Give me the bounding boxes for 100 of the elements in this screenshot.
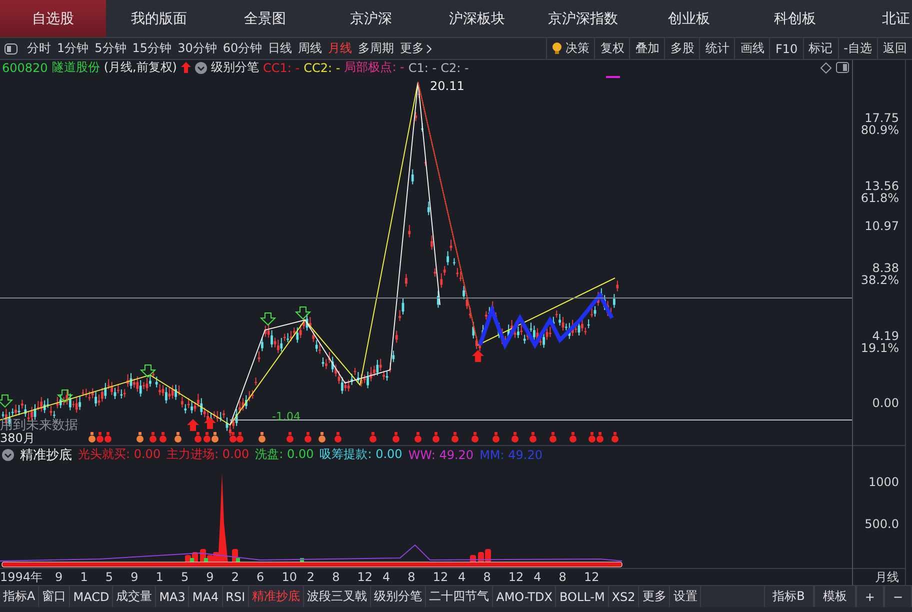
period-tab[interactable]: 30分钟 [174,40,220,57]
period-tab[interactable]: 日线 [265,40,296,57]
indicator-value: 主力进场: 0.00 [166,446,250,463]
time-axis-label: 8 [332,570,341,584]
money-bag-icon [492,432,500,442]
top-tab[interactable]: 沪深板块 [424,0,530,37]
period-tab[interactable]: 多周期 [355,40,398,57]
money-bag-icon [432,432,440,442]
time-axis-label: 1994年 [0,568,44,586]
down-arrow-icon [140,364,156,378]
lightbulb-icon [552,42,562,55]
money-bag-icon [530,432,536,442]
more-button[interactable]: 更多 [397,40,436,57]
volume-axis-label: 1000 [868,476,899,488]
time-axis-label: 4 [382,570,392,584]
time-axis-label: 9 [130,570,140,584]
indicator-value: C1: - [408,60,437,74]
down-arrow-icon [56,390,74,403]
down-arrow-icon [0,394,14,408]
time-axis-label: 8 [558,570,568,584]
panel-toggle-icon[interactable] [836,62,849,73]
percent-axis-label: 38.2% [860,274,899,286]
money-bag-icon [334,432,342,442]
indicator-value: 光头就买: 0.00 [78,446,161,463]
money-bag-icon [160,432,166,442]
up-arrow-icon [204,417,216,429]
diamond-icon[interactable] [820,62,832,74]
percent-axis-label: 19.1% [860,342,899,354]
money-bag-icon [512,432,518,442]
toolbar-button[interactable]: 叠加 [629,38,664,59]
toolbar-button[interactable]: 决策 [546,38,594,59]
money-bag-icon [612,432,618,442]
money-bag-icon [318,432,326,442]
period-label: 月线 [875,571,899,583]
stock-code: 600820 [2,60,48,74]
chart-period: (月线,前复权) [104,59,177,76]
period-tab[interactable]: 月线 [325,40,356,57]
indicator-value: CC2: - [304,60,340,74]
price-axis-label: 8.38 [871,262,899,274]
dropdown-icon[interactable] [2,448,14,460]
time-axis-label: 6 [256,570,266,584]
period-tab[interactable]: 60分钟 [220,40,266,57]
time-axis-label: 12 [357,570,374,584]
toolbar-button[interactable]: 标记 [802,38,838,59]
indicator-value: MM: 49.20 [480,448,542,462]
period-tab[interactable]: 5分钟 [92,40,130,57]
time-axis-label: 1 [156,570,164,584]
price-axis-label: 10.97 [864,220,899,232]
top-tab[interactable]: 自选股 [0,0,106,37]
dropdown-icon[interactable] [195,62,207,74]
top-tab[interactable]: 我的版面 [106,0,212,37]
toolbar-button[interactable]: 统计 [699,38,734,59]
up-arrow-icon [181,62,191,73]
price-axis-label: 0.00 [872,397,899,409]
money-bag-icon [304,432,312,442]
period-tab[interactable]: 1分钟 [54,40,92,57]
top-tab[interactable]: 科创板 [742,0,848,37]
time-axis-label: 9 [55,570,64,584]
time-axis-label: 5 [180,570,190,584]
chevron-right-icon [426,44,432,54]
panel-toggle-icon[interactable] [4,42,18,54]
period-tab[interactable]: 分时 [24,40,54,57]
indicator-value: WW: 49.20 [408,448,474,462]
percent-axis-label: 80.9% [860,124,899,136]
time-axis-label: 12 [432,570,450,584]
top-tab[interactable]: 京沪深指数 [530,0,636,37]
time-axis-label: 9 [206,570,215,584]
toolbar-button[interactable]: F10 [769,38,803,59]
marker-dash [606,76,620,78]
period-tab[interactable]: 周线 [295,40,326,57]
top-tab[interactable]: 京沪深 [318,0,424,37]
top-tab[interactable]: 北证 [848,0,912,37]
time-axis-label: 12 [508,570,525,584]
time-axis-label: 2 [231,570,240,584]
time-axis-label: 12 [584,570,600,584]
money-bag-icon [286,432,294,442]
money-bag-icon [136,432,144,442]
period-tab[interactable]: 15分钟 [129,40,175,57]
top-tab[interactable]: 全景图 [212,0,318,37]
indicator-value: 局部极点: - [344,59,404,76]
down-arrow-icon [294,306,312,320]
peak-price-label: 20.11 [430,79,464,93]
toolbar-button[interactable]: 多股 [664,38,700,59]
money-bag-icon [174,432,182,442]
toolbar-button[interactable]: 复权 [594,38,630,59]
warning-note: 用到未来数据 [0,417,78,433]
toolbar-button[interactable]: 返回 [877,38,912,59]
indicator-value: 吸筹提款: 0.00 [320,446,402,463]
time-axis-label: 5 [105,570,114,584]
price-axis-label: 17.75 [864,112,899,124]
money-bag-icon [550,432,556,442]
top-tab[interactable]: 创业板 [636,0,742,37]
toolbar-button[interactable]: 画线 [734,38,770,59]
toolbar-button[interactable]: -自选 [838,38,877,59]
time-axis-label: 8 [483,570,492,584]
indicator-value: C2: - [440,60,469,74]
indicator-name: 精准抄底 [20,446,72,464]
time-axis-label: 8 [408,570,416,584]
price-label: -1.04 [272,410,300,423]
percent-axis-label: 61.8% [860,192,899,204]
